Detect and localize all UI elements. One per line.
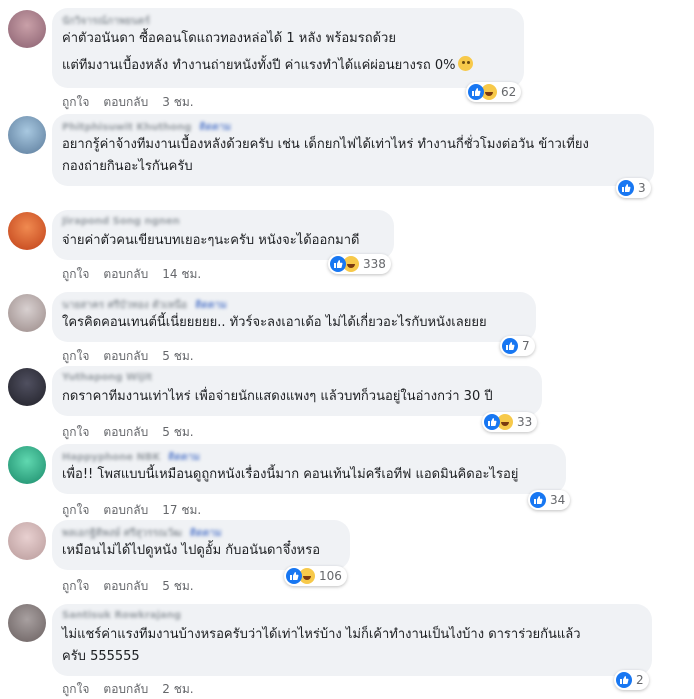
avatar[interactable] — [8, 212, 46, 250]
comment-bubble: Santisuk Rowkrajang ไม่แชร์ค่าแรงทีมงานบ… — [52, 604, 652, 676]
reaction-summary[interactable]: 2 — [614, 670, 649, 690]
like-reaction-icon — [484, 414, 500, 430]
like-reaction-icon — [616, 672, 632, 688]
avatar[interactable] — [8, 10, 46, 48]
comment-text-line: กดราคาทีมงานเท่าไหร่ เพื่อจ่ายนักแสดงแพง… — [62, 389, 493, 404]
like-link[interactable]: ถูกใจ — [62, 347, 89, 366]
comment-author[interactable]: นักวิจารณ์ภาพยนตร์ — [62, 14, 514, 28]
like-reaction-icon — [530, 492, 546, 508]
comment-text-line: เพื่อ!! โพสแบบนี้เหมือนดูถูกหนังเรื่องนี… — [62, 467, 519, 482]
timestamp[interactable]: 5 ชม. — [162, 347, 193, 366]
comment-text-line: อยากรู้ค่าจ้างทีมงานเบื้องหลังด้วยครับ เ… — [62, 137, 589, 152]
comment-author[interactable]: Jirapond Song ngnen — [62, 216, 384, 230]
timestamp[interactable]: 2 ชม. — [162, 680, 193, 699]
like-reaction-icon — [286, 568, 302, 584]
like-link[interactable]: ถูกใจ — [62, 423, 89, 442]
reaction-summary[interactable]: 33 — [482, 412, 538, 432]
reaction-count: 34 — [550, 493, 566, 507]
reaction-count: 62 — [501, 85, 517, 99]
avatar[interactable] — [8, 294, 46, 332]
comment-text-line: กองถ่ายกินอะไรกันครับ — [62, 159, 193, 174]
comment-actions: ถูกใจ ตอบกลับ 2 ชม. — [62, 680, 208, 699]
like-reaction-icon — [618, 180, 634, 196]
timestamp[interactable]: 17 ชม. — [162, 501, 201, 520]
like-link[interactable]: ถูกใจ — [62, 577, 89, 596]
reply-link[interactable]: ตอบกลับ — [103, 347, 148, 366]
reply-link[interactable]: ตอบกลับ — [103, 501, 148, 520]
like-link[interactable]: ถูกใจ — [62, 265, 89, 284]
reply-link[interactable]: ตอบกลับ — [103, 265, 148, 284]
timestamp[interactable]: 5 ชม. — [162, 423, 193, 442]
reaction-summary[interactable]: 62 — [466, 82, 522, 102]
comment-bubble: Phitphisuwit Khuthong ติดตาม อยากรู้ค่าจ้… — [52, 114, 654, 186]
comment-actions: ถูกใจ ตอบกลับ 17 ชม. — [62, 501, 215, 520]
comment-text-line: ค่าตัวอนันดา ซื้อคอนโดแถวทองหล่อได้ 1 หล… — [62, 31, 396, 46]
comment-text-line: ใครคิดคอนเทนต์นี้เนี่ยยยยย.. ทัวร์จะลงเอ… — [62, 315, 487, 330]
reply-link[interactable]: ตอบกลับ — [103, 577, 148, 596]
comment-text-line: จ่ายค่าตัวคนเขียนบทเยอะๆนะครับ หนังจะได้… — [62, 233, 360, 248]
comment-author[interactable]: Santisuk Rowkrajang — [62, 610, 642, 624]
comment-bubble: พลเอกฐิติพงษ์ ศรีสุวรรณวัฒ ติดตาม เหมือนไ… — [52, 520, 350, 570]
comment-text-line: แต่ทีมงานเบื้องหลัง ทำงานถ่ายหนังทั้งปี … — [62, 55, 514, 77]
timestamp[interactable]: 14 ชม. — [162, 265, 201, 284]
reaction-count: 106 — [319, 569, 342, 583]
comment-text-line: เหมือนไม่ได้ไปดูหนัง ไปดูอั้ม กับอนันดาจ… — [62, 543, 321, 558]
comment-actions: ถูกใจ ตอบกลับ 14 ชม. — [62, 265, 215, 284]
reaction-count: 338 — [363, 257, 386, 271]
emoji-icon — [458, 56, 474, 71]
like-link[interactable]: ถูกใจ — [62, 680, 89, 699]
comment-bubble: นักวิจารณ์ภาพยนตร์ ค่าตัวอนันดา ซื้อคอนโ… — [52, 8, 524, 88]
comment-actions: ถูกใจ ตอบกลับ 5 ชม. — [62, 347, 208, 366]
avatar[interactable] — [8, 604, 46, 642]
comment-text-line: ครับ 555555 — [62, 649, 140, 664]
comment-author[interactable]: นายสาคร ศรีบัวทอง ตัวเหนือ ติดตาม — [62, 298, 526, 312]
reply-link[interactable]: ตอบกลับ — [103, 93, 148, 112]
like-reaction-icon — [330, 256, 346, 272]
comment-actions: ถูกใจ ตอบกลับ 5 ชม. — [62, 423, 208, 442]
reaction-count: 3 — [638, 181, 646, 195]
reaction-summary[interactable]: 106 — [284, 566, 347, 586]
reaction-summary[interactable]: 3 — [616, 178, 651, 198]
reaction-count: 2 — [636, 673, 644, 687]
timestamp[interactable]: 5 ชม. — [162, 577, 193, 596]
comment-actions: ถูกใจ ตอบกลับ 5 ชม. — [62, 577, 208, 596]
reply-link[interactable]: ตอบกลับ — [103, 423, 148, 442]
comment-text-line: ไม่แชร์ค่าแรงทีมงานบ้างหรอครับว่าได้เท่า… — [62, 627, 581, 642]
like-reaction-icon — [502, 338, 518, 354]
like-link[interactable]: ถูกใจ — [62, 501, 89, 520]
comment-author[interactable]: Phitphisuwit Khuthong ติดตาม — [62, 120, 644, 134]
comment-actions: ถูกใจ ตอบกลับ 3 ชม. — [62, 93, 208, 112]
comment-author[interactable]: Yuthapong Wijit — [62, 372, 532, 386]
comment-bubble: Yuthapong Wijit กดราคาทีมงานเท่าไหร่ เพื… — [52, 366, 542, 416]
reaction-count: 33 — [517, 415, 533, 429]
comment-author[interactable]: พลเอกฐิติพงษ์ ศรีสุวรรณวัฒ ติดตาม — [62, 526, 340, 540]
reply-link[interactable]: ตอบกลับ — [103, 680, 148, 699]
avatar[interactable] — [8, 368, 46, 406]
like-reaction-icon — [468, 84, 484, 100]
comment-bubble: Jirapond Song ngnen จ่ายค่าตัวคนเขียนบทเ… — [52, 210, 394, 260]
timestamp[interactable]: 3 ชม. — [162, 93, 193, 112]
comment-bubble: Happyphone NBK ติดตาม เพื่อ!! โพสแบบนี้เห… — [52, 444, 566, 494]
reaction-summary[interactable]: 338 — [328, 254, 391, 274]
reaction-summary[interactable]: 34 — [528, 490, 571, 510]
reaction-summary[interactable]: 7 — [500, 336, 535, 356]
comment-bubble: นายสาคร ศรีบัวทอง ตัวเหนือ ติดตาม ใครคิดค… — [52, 292, 536, 342]
avatar[interactable] — [8, 522, 46, 560]
comment-author[interactable]: Happyphone NBK ติดตาม — [62, 450, 556, 464]
avatar[interactable] — [8, 446, 46, 484]
avatar[interactable] — [8, 116, 46, 154]
reaction-count: 7 — [522, 339, 530, 353]
like-link[interactable]: ถูกใจ — [62, 93, 89, 112]
